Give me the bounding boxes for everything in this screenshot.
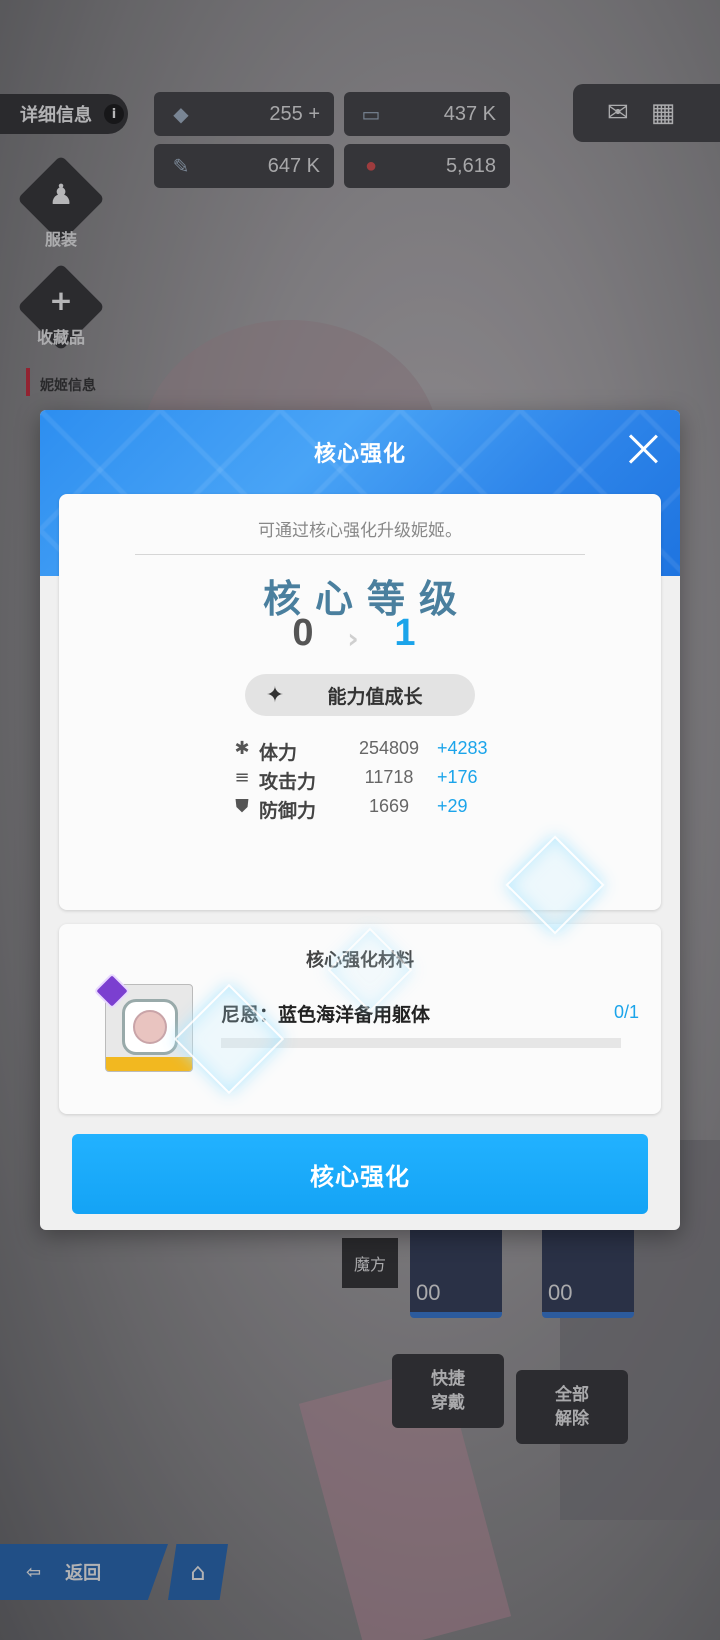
close-icon[interactable] bbox=[626, 432, 660, 466]
divider bbox=[135, 554, 585, 555]
core-level-card: 可通过核心强化升级妮姬。 核心等级 0 › 1 ✦ 能力值成长 ✱ 体力 254… bbox=[59, 494, 661, 910]
defense-icon: ⛊ bbox=[235, 796, 249, 817]
stat-row-hp: ✱ 体力 254809 +4283 bbox=[59, 738, 661, 768]
stat-name: 攻击力 bbox=[259, 771, 317, 793]
character-portrait-icon bbox=[122, 999, 178, 1055]
core-enhance-dialog: 核心强化 可通过核心强化升级妮姬。 核心等级 0 › 1 ✦ 能力值成长 ✱ 体… bbox=[40, 410, 680, 1230]
stat-row-defense: ⛊ 防御力 1669 +29 bbox=[59, 796, 661, 826]
stat-name: 体力 bbox=[259, 742, 298, 764]
current-level: 0 bbox=[292, 612, 314, 654]
material-count: 0/1 bbox=[613, 1002, 639, 1022]
stat-growth-header: ✦ 能力值成长 bbox=[245, 674, 475, 716]
core-level-title: 核心等级 bbox=[262, 577, 471, 621]
stat-increase: +29 bbox=[437, 796, 468, 816]
stat-increase: +4283 bbox=[437, 738, 488, 758]
attack-icon: ≡ bbox=[234, 767, 250, 788]
stat-base-value: 1669 bbox=[368, 796, 410, 816]
stat-base-value: 254809 bbox=[358, 738, 420, 758]
chevron-right-icon: › bbox=[347, 622, 359, 655]
sparkle-icon: ✦ bbox=[265, 682, 285, 708]
rarity-bar bbox=[106, 1057, 192, 1071]
core-enhance-button[interactable]: 核心强化 bbox=[72, 1134, 648, 1214]
hp-icon: ✱ bbox=[234, 738, 250, 759]
stat-name: 防御力 bbox=[259, 800, 317, 822]
stat-row-attack: ≡ 攻击力 11718 +176 bbox=[59, 767, 661, 797]
next-level: 1 bbox=[394, 612, 416, 654]
dialog-description: 可通过核心强化升级妮姬。 bbox=[258, 521, 462, 541]
stat-base-value: 11718 bbox=[364, 767, 414, 787]
stat-growth-label: 能力值成长 bbox=[327, 685, 423, 708]
stat-increase: +176 bbox=[437, 767, 478, 787]
dialog-title: 核心强化 bbox=[313, 442, 406, 467]
